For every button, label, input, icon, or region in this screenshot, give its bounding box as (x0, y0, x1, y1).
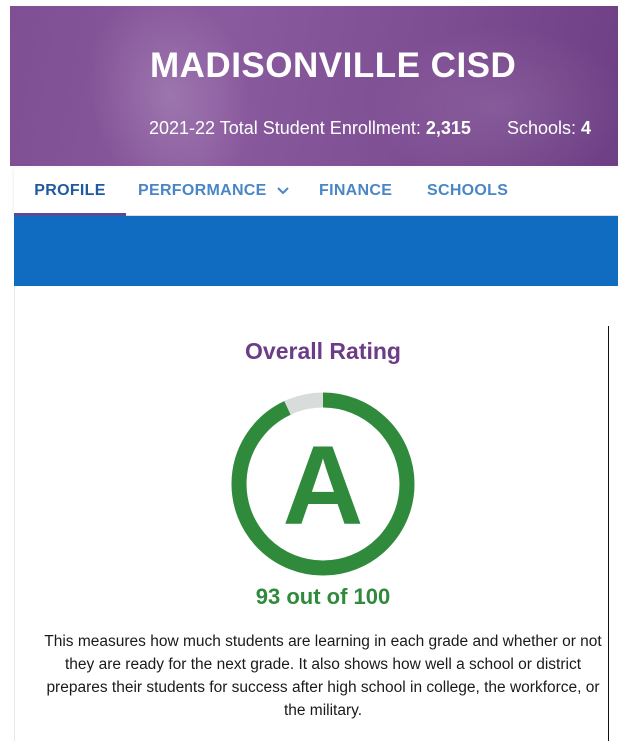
tab-profile-label: PROFILE (34, 182, 106, 199)
schools-label: Schools: (506, 118, 576, 138)
tab-profile[interactable]: PROFILE (14, 168, 126, 216)
district-name: MADISONVILLE CISD (150, 46, 517, 85)
rating-title: Overall Rating (245, 338, 401, 364)
section-tabs: PROFILE PERFORMANCE FINANCE SCHOOLS (14, 168, 618, 216)
section-banner (14, 216, 618, 286)
chevron-down-icon (277, 168, 290, 214)
schools-value: 4 (581, 118, 592, 138)
tab-finance-label: FINANCE (319, 182, 393, 199)
hero-background-shade (68, 6, 272, 166)
enrollment-value: 2,315 (425, 118, 471, 138)
rating-gauge: A (231, 392, 415, 576)
enrollment-label: 2021-22 Total Student Enrollment: (149, 118, 421, 138)
tab-schools-label: SCHOOLS (427, 182, 509, 199)
card-divider (608, 326, 609, 741)
district-header: MADISONVILLE CISD 2021-22 Total Student … (10, 6, 618, 166)
tab-finance[interactable]: FINANCE (319, 168, 392, 216)
tab-performance[interactable]: PERFORMANCE (138, 168, 290, 216)
rating-grade: A (283, 423, 364, 548)
rating-description: This measures how much students are lear… (44, 633, 602, 719)
district-stats: 2021-22 Total Student Enrollment: 2,315 … (149, 118, 591, 139)
tab-performance-label: PERFORMANCE (138, 182, 267, 200)
rating-score: 93 out of 100 (255, 584, 391, 609)
tab-schools[interactable]: SCHOOLS (427, 168, 508, 216)
